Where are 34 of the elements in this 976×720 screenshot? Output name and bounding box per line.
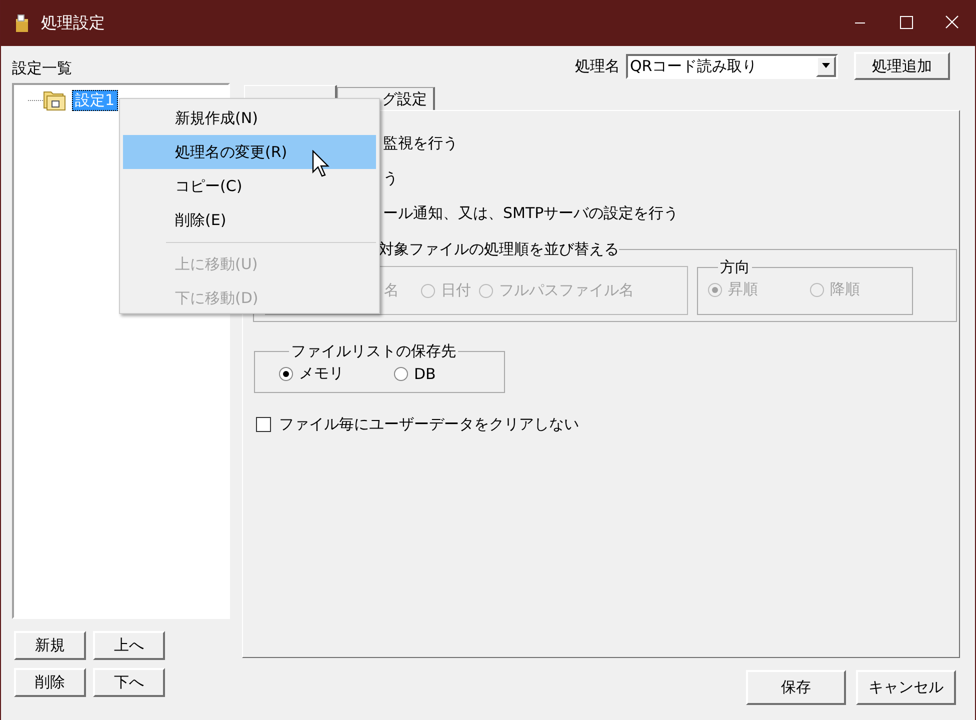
option-label: う [383, 168, 399, 189]
list-label: 設定一覧 [12, 58, 73, 78]
menu-item[interactable]: 削除(E) [123, 203, 376, 237]
menu-item[interactable]: 処理名の変更(R) [123, 135, 376, 169]
radio-label: DB [414, 364, 436, 382]
radio-button[interactable] [394, 366, 408, 380]
field-label: 処理名 [575, 56, 620, 76]
radio-label: 降順 [830, 280, 860, 299]
option-label: 監視を行う [383, 133, 459, 154]
checkbox[interactable] [256, 417, 271, 432]
process-dropdown[interactable]: QRコード読み取り [626, 54, 838, 78]
menu-item[interactable]: コピー(C) [123, 169, 376, 203]
radio-label: メモリ [299, 364, 344, 383]
dialog-button[interactable]: 保存 [746, 670, 846, 705]
group-title: 対象ファイルの処理順を並び替える [379, 240, 619, 258]
checkbox-label: ファイル毎にユーザーデータをクリアしない [279, 415, 579, 434]
dialog-button[interactable]: キャンセル [856, 670, 956, 705]
radio-label: 名 [384, 281, 399, 300]
add-button[interactable]: 処理追加 [854, 52, 950, 80]
group-title: ファイルリストの保存先 [290, 342, 457, 360]
radio-label: フルパスファイル名 [499, 281, 634, 300]
list-button[interactable]: 下へ [93, 668, 165, 697]
list-button[interactable]: 上へ [93, 631, 165, 660]
group-title: 方向 [719, 258, 751, 276]
radio-button[interactable] [279, 366, 293, 380]
list-button[interactable]: 新規 [14, 631, 86, 660]
app-icon [13, 13, 31, 33]
window-title: 処理設定 [41, 12, 105, 34]
mouse-pointer-icon [312, 150, 332, 178]
dropdown-arrow-icon [821, 63, 831, 69]
option-label: ール通知、又は、SMTPサーバの設定を行う [383, 203, 680, 224]
radio-label: 日付 [441, 281, 471, 300]
radio-label: 昇順 [728, 280, 758, 299]
list-button[interactable]: 削除 [14, 668, 86, 697]
